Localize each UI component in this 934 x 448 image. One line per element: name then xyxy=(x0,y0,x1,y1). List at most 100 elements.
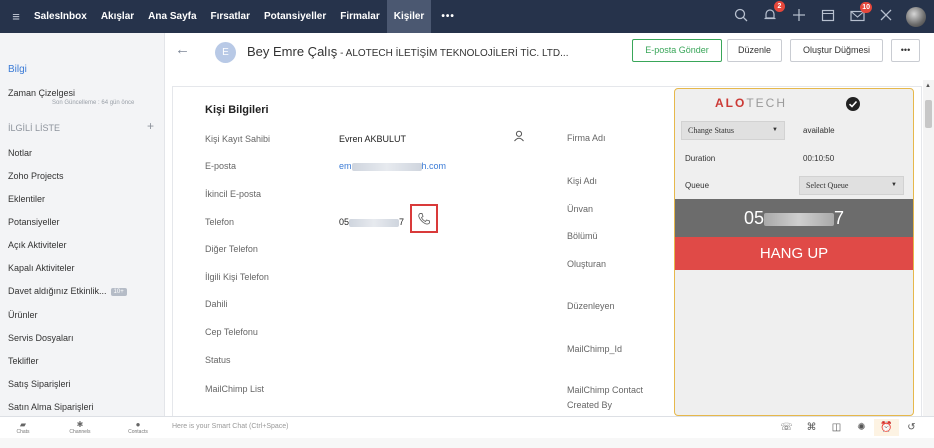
sidebar-item-davet-etkinlik[interactable]: Davet aldığınız Etkinlik... 10+ xyxy=(8,286,127,296)
number-suffix: 7 xyxy=(834,208,845,228)
field-label-mobile: Cep Telefonu xyxy=(205,327,258,337)
duration-value: 00:10:50 xyxy=(803,154,835,163)
create-button[interactable]: Oluştur Düğmesi xyxy=(790,39,883,62)
sidebar-item-zoho-projects[interactable]: Zoho Projects xyxy=(8,171,64,181)
field-label-created-by: Oluşturan xyxy=(567,259,607,269)
field-label-modified-by: Düzenleyen xyxy=(567,301,615,311)
nav-more-button[interactable]: ••• xyxy=(431,11,465,22)
field-label-mailchimp-id: MailChimp_Id xyxy=(567,344,623,354)
related-list-add-icon[interactable]: + xyxy=(147,119,154,133)
field-label-department: Bölümü xyxy=(567,231,598,241)
nav-firsatlar[interactable]: Fırsatlar xyxy=(204,0,257,33)
nav-firmalar[interactable]: Firmalar xyxy=(333,0,386,33)
notification-badge: 2 xyxy=(774,1,785,12)
avatar[interactable] xyxy=(906,6,926,27)
alotech-logo: ALOTECH xyxy=(715,96,787,110)
queue-select[interactable]: Select Queue ▼ xyxy=(799,176,904,195)
tools-icon[interactable] xyxy=(877,8,895,25)
click-to-call-button[interactable] xyxy=(410,204,438,233)
logo-red-text: ALO xyxy=(715,96,747,110)
check-circle-icon xyxy=(846,97,860,111)
number-prefix: 05 xyxy=(743,208,764,228)
tab-chats-label: Chats xyxy=(16,429,30,435)
tab-contacts-label: Contacts xyxy=(128,429,148,435)
phone-icon[interactable]: ☏ xyxy=(774,419,799,436)
tab-channels-label: Channels xyxy=(69,429,91,435)
sidebar-item-urunler[interactable]: Ürünler xyxy=(8,310,38,320)
sidebar-item-potansiyeller[interactable]: Potansiyeller xyxy=(8,217,60,227)
sidebar-item-satis-siparisleri[interactable]: Satış Siparişleri xyxy=(8,379,71,389)
mail-badge: 10 xyxy=(860,1,872,13)
field-label-mailchimp-created-by: Created By xyxy=(567,400,613,410)
sidebar-item-teklifler[interactable]: Teklifler xyxy=(8,356,39,366)
search-icon[interactable] xyxy=(732,8,750,25)
section-title: Kişi Bilgileri xyxy=(205,104,269,116)
nav-salesinbox[interactable]: SalesInbox xyxy=(27,0,94,33)
back-arrow-icon[interactable]: ← xyxy=(175,41,190,58)
tab-chats[interactable]: ▰ Chats xyxy=(5,420,41,435)
more-actions-button[interactable]: ••• xyxy=(891,39,920,62)
sidebar-item-servis-dosyalari[interactable]: Servis Dosyaları xyxy=(8,333,74,343)
clock-back-icon[interactable]: ↺ xyxy=(899,419,924,436)
alarm-icon[interactable]: ⏰ xyxy=(874,419,899,436)
user-lookup-icon[interactable] xyxy=(513,130,525,142)
footer-strip xyxy=(0,438,934,448)
sidebar-item-satin-alma-siparisleri[interactable]: Satın Alma Siparişleri xyxy=(8,402,94,412)
sidebar-item-info[interactable]: Bilgi xyxy=(8,64,27,75)
tab-contacts[interactable]: ● Contacts xyxy=(120,420,156,435)
tab-channels[interactable]: ✱ Channels xyxy=(62,420,98,435)
sidebar: Bilgi Zaman Çizelgesi Son Güncelleme : 6… xyxy=(0,33,165,416)
field-value-owner[interactable]: Evren AKBULUT xyxy=(339,134,406,144)
sidebar-item-eklentiler[interactable]: Eklentiler xyxy=(8,194,45,204)
field-label-owner: Kişi Kayıt Sahibi xyxy=(205,134,271,144)
email-suffix: h.com xyxy=(421,161,447,171)
change-status-select[interactable]: Change Status ▼ xyxy=(681,121,785,140)
mail-icon[interactable]: 10 xyxy=(848,1,872,25)
field-label-mailchimp-list: MailChimp List xyxy=(205,384,265,394)
sidebar-item-timeline[interactable]: Zaman Çizelgesi xyxy=(8,88,75,98)
chat-icon: ▰ xyxy=(19,420,27,429)
nav-potansiyeller[interactable]: Potansiyeller xyxy=(257,0,333,33)
cube-icon[interactable]: ◫ xyxy=(824,419,849,436)
send-email-button[interactable]: E-posta Gönder xyxy=(632,39,722,62)
nav-ana-sayfa[interactable]: Ana Sayfa xyxy=(141,0,203,33)
scroll-up-arrow-icon[interactable]: ▲ xyxy=(925,83,931,89)
nav-kisiler[interactable]: Kişiler xyxy=(386,0,432,33)
queue-label: Queue xyxy=(685,181,710,190)
calendar-icon[interactable] xyxy=(819,8,837,25)
sidebar-item-acik-aktiviteler[interactable]: Açık Aktiviteler xyxy=(8,240,67,250)
hamburger-icon[interactable]: ≡ xyxy=(5,9,27,24)
record-header: ← E Bey Emre Çalış - ALOTECH İLETİŞİM TE… xyxy=(165,33,934,73)
bell-icon[interactable]: 2 xyxy=(761,1,785,25)
gamepad-icon[interactable]: ⌘ xyxy=(799,419,824,436)
bulb-icon[interactable]: ✺ xyxy=(849,419,874,436)
vertical-scrollbar[interactable]: ▲ xyxy=(923,80,934,416)
field-label-email: E-posta xyxy=(205,161,237,171)
phone-suffix: 7 xyxy=(399,217,405,227)
edit-button[interactable]: Düzenle xyxy=(727,39,782,62)
contacts-icon: ● xyxy=(135,420,141,429)
field-value-phone[interactable]: 05 7 xyxy=(339,217,404,227)
top-right-toolbar: 2 10 xyxy=(732,0,926,33)
nav-akislar[interactable]: Akışlar xyxy=(94,0,141,33)
channels-icon: ✱ xyxy=(76,420,84,429)
plus-icon[interactable] xyxy=(790,8,808,25)
logo-gray-text: TECH xyxy=(746,96,788,110)
hang-up-button[interactable]: HANG UP xyxy=(675,237,913,270)
company-name: - ALOTECH İLETİŞİM TEKNOLOJİLERİ TİC. LT… xyxy=(337,48,569,59)
field-label-title: Ünvan xyxy=(567,204,594,214)
sidebar-item-notlar[interactable]: Notlar xyxy=(8,148,32,158)
top-navigation: ≡ SalesInbox Akışlar Ana Sayfa Fırsatlar… xyxy=(0,0,934,33)
field-label-status: Status xyxy=(205,355,231,365)
scrollbar-thumb[interactable] xyxy=(925,100,932,128)
smart-chat-input[interactable]: Here is your Smart Chat (Ctrl+Space) xyxy=(172,423,289,430)
sidebar-item-kapali-aktiviteler[interactable]: Kapalı Aktiviteler xyxy=(8,263,75,273)
related-list-heading: İLGİLİ LİSTE xyxy=(8,123,61,133)
field-label-mailchimp-contact: MailChimp Contact xyxy=(567,385,644,395)
field-value-email[interactable]: em h.com xyxy=(339,161,446,171)
redacted-blur xyxy=(351,162,422,171)
bottom-bar: ▰ Chats ✱ Channels ● Contacts Here is your … xyxy=(0,416,934,438)
redacted-blur xyxy=(349,218,400,227)
redacted-blur xyxy=(764,212,834,226)
email-prefix: em xyxy=(339,161,352,171)
